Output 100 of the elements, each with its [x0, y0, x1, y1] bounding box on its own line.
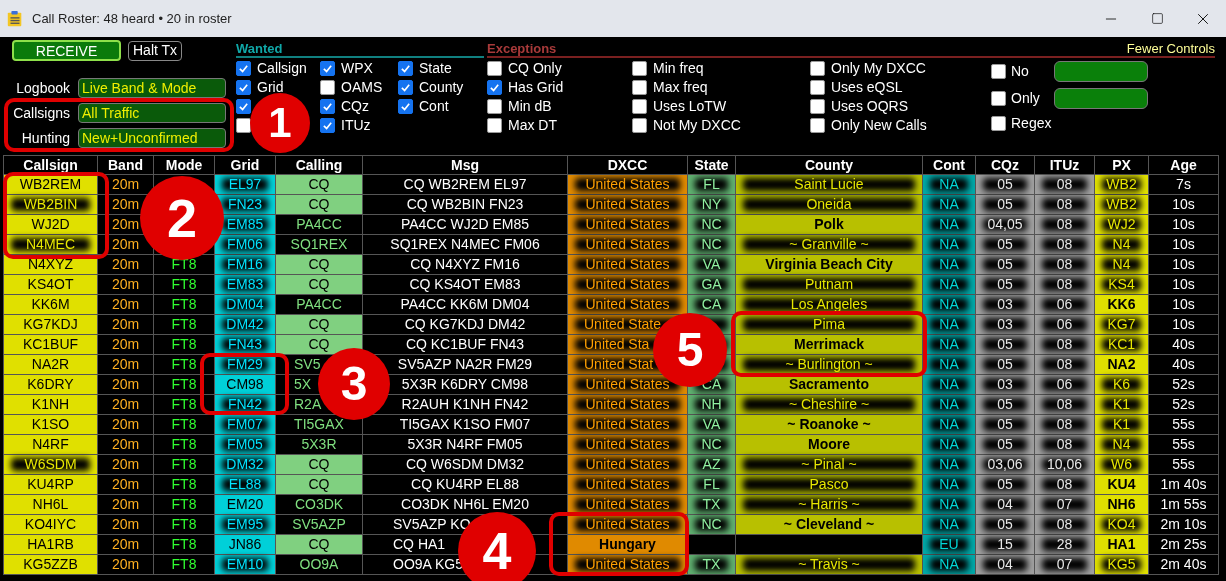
- column-header[interactable]: State: [687, 155, 736, 175]
- checkbox[interactable]: [632, 99, 647, 114]
- checkmark-icon: [238, 63, 249, 74]
- checkbox[interactable]: [487, 99, 502, 114]
- checkmark-icon: [400, 82, 411, 93]
- callsign-cell: NA2R: [3, 354, 98, 375]
- checkbox[interactable]: [320, 61, 335, 76]
- checkbox[interactable]: [320, 118, 335, 133]
- column-header[interactable]: Band: [97, 155, 154, 175]
- callsign-cell: KK6M: [3, 294, 98, 315]
- checkbox[interactable]: [236, 61, 251, 76]
- callsign-cell: KG5ZZB: [3, 554, 98, 575]
- checkbox-label: Uses eQSL: [831, 78, 903, 97]
- dropdown-field[interactable]: Live Band & Mode: [78, 78, 226, 98]
- checkbox-label: WPX: [341, 59, 373, 78]
- filter-input[interactable]: [1054, 87, 1148, 109]
- callsign-cell: K6DRY: [3, 374, 98, 395]
- checkmark-icon: [322, 63, 333, 74]
- checkbox-label: OAMS: [341, 78, 383, 97]
- checkbox[interactable]: [632, 80, 647, 95]
- checkbox-label: CQ Only: [508, 59, 562, 78]
- maximize-icon[interactable]: [1150, 12, 1164, 25]
- column-header[interactable]: CQz: [975, 155, 1035, 175]
- checkbox-label: Uses LoTW: [653, 97, 727, 116]
- column-header[interactable]: Grid: [214, 155, 276, 175]
- checkbox[interactable]: [991, 90, 1006, 106]
- checkbox-label: Uses OQRS: [831, 97, 908, 116]
- checkbox-label: County: [419, 78, 464, 97]
- column-header[interactable]: Msg: [362, 155, 568, 175]
- callsign-cell: KO4IYC: [3, 514, 98, 535]
- checkbox[interactable]: [398, 99, 413, 114]
- filter-input[interactable]: [1054, 60, 1148, 82]
- checkmark-icon: [489, 82, 500, 93]
- callsign-cell: W6SDM: [3, 454, 98, 475]
- checkbox-label: Min freq: [653, 59, 704, 78]
- checkmark-icon: [238, 82, 249, 93]
- window-title: Call Roster: 48 heard • 20 in roster: [32, 9, 232, 28]
- receive-button[interactable]: RECEIVE: [12, 40, 121, 61]
- section-title: Wanted: [236, 41, 283, 56]
- column-header[interactable]: Callsign: [3, 155, 98, 175]
- checkmark-icon: [400, 101, 411, 112]
- checkbox[interactable]: [810, 61, 825, 76]
- checkbox[interactable]: [236, 99, 251, 114]
- checkbox-label: Max freq: [653, 78, 708, 97]
- checkbox[interactable]: [810, 118, 825, 133]
- checkbox[interactable]: [398, 80, 413, 95]
- checkmark-icon: [400, 63, 411, 74]
- checkbox[interactable]: [487, 118, 502, 133]
- checkbox[interactable]: [236, 80, 251, 95]
- column-header[interactable]: PX: [1094, 155, 1149, 175]
- callsign-cell: NH6L: [3, 494, 98, 515]
- field-label: Callsigns: [12, 103, 70, 123]
- checkbox-label: Cont: [419, 97, 449, 116]
- column-header[interactable]: Calling: [275, 155, 363, 175]
- checkbox-label: ITUz: [341, 116, 371, 135]
- checkbox[interactable]: [632, 118, 647, 133]
- checkbox[interactable]: [632, 61, 647, 76]
- checkbox[interactable]: [991, 63, 1006, 79]
- checkbox-label: Max DT: [508, 116, 557, 135]
- checkmark-icon: [322, 120, 333, 131]
- callsign-cell: KS4OT: [3, 274, 98, 295]
- fewer-controls-link[interactable]: Fewer Controls: [1126, 41, 1215, 56]
- checkbox[interactable]: [236, 118, 251, 133]
- checkbox[interactable]: [810, 80, 825, 95]
- checkbox[interactable]: [398, 61, 413, 76]
- column-header[interactable]: Cont: [922, 155, 976, 175]
- checkbox-label: Only: [1011, 88, 1041, 108]
- callsign-cell: KG7KDJ: [3, 314, 98, 335]
- column-header[interactable]: Mode: [153, 155, 215, 175]
- checkbox[interactable]: [487, 80, 502, 95]
- checkmark-icon: [238, 101, 249, 112]
- notepad-icon: [6, 9, 24, 28]
- dropdown-field[interactable]: New+Unconfirmed: [78, 128, 226, 148]
- callsign-cell: K1NH: [3, 394, 98, 415]
- checkbox-label: Only My DXCC: [831, 59, 926, 78]
- column-header[interactable]: County: [735, 155, 923, 175]
- checkbox[interactable]: [810, 99, 825, 114]
- callsign-cell: N4RF: [3, 434, 98, 455]
- callout-badge: 1: [250, 93, 310, 153]
- checkbox[interactable]: [320, 99, 335, 114]
- checkbox-label: Only New Calls: [831, 116, 927, 135]
- dropdown-field[interactable]: All Traffic: [78, 103, 226, 123]
- checkbox-label: State: [419, 59, 452, 78]
- checkbox-label: Callsign: [257, 59, 307, 78]
- checkbox[interactable]: [487, 61, 502, 76]
- checkbox[interactable]: [320, 80, 335, 95]
- checkbox-label: No: [1011, 61, 1030, 81]
- column-header[interactable]: Age: [1148, 155, 1219, 175]
- section-title: Exceptions: [487, 41, 557, 56]
- checkbox[interactable]: [991, 115, 1006, 131]
- checkbox-label: Not My DXCC: [653, 116, 741, 135]
- halt-button[interactable]: Halt Tx: [128, 40, 183, 61]
- checkbox-label: CQz: [341, 97, 369, 116]
- checkmark-icon: [322, 101, 333, 112]
- callsign-cell: KC1BUF: [3, 334, 98, 355]
- callsign-cell: HA1RB: [3, 534, 98, 555]
- column-header[interactable]: ITUz: [1034, 155, 1095, 175]
- checkbox-label: Has Grid: [508, 78, 564, 97]
- column-header[interactable]: DXCC: [567, 155, 688, 175]
- field-label: Logbook: [15, 78, 70, 98]
